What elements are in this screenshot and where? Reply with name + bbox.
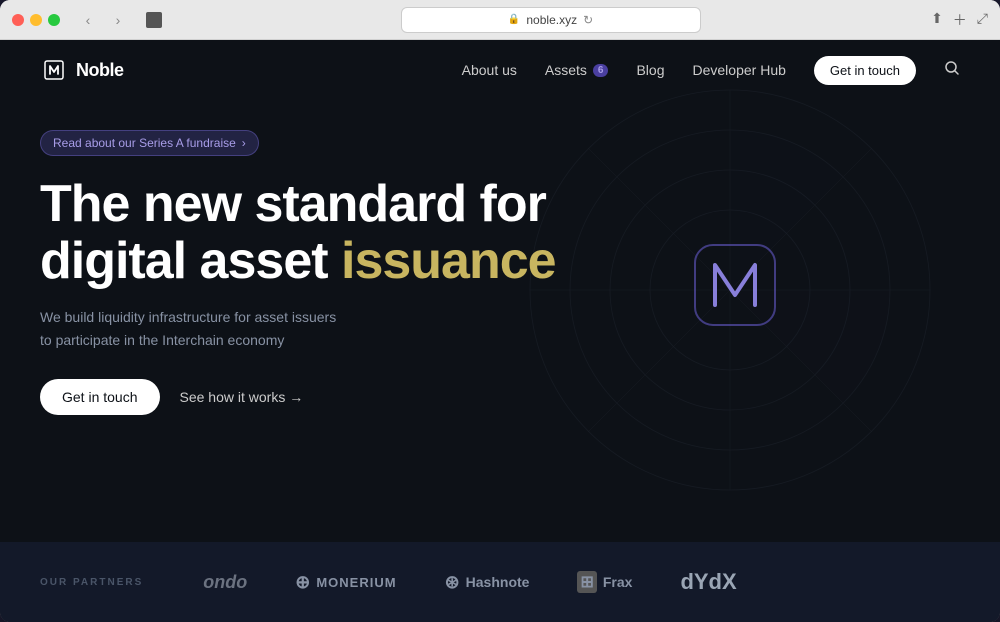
hero-logo-graphic [690, 240, 780, 335]
back-button[interactable]: ‹ [76, 8, 100, 32]
traffic-lights [12, 14, 60, 26]
refresh-icon[interactable]: ↻ [583, 13, 593, 27]
partner-monerium[interactable]: ⊕ MONERIUM [295, 572, 396, 593]
partners-label: OUR PARTNERS [40, 577, 143, 588]
announcement-arrow: › [242, 136, 246, 150]
nav-about-us[interactable]: About us [462, 62, 517, 78]
partner-hashnote[interactable]: ⊛ Hashnote [445, 572, 530, 593]
frax-symbol: ⊞ [577, 571, 596, 593]
hero-buttons: Get in touch See how it works → [40, 379, 560, 415]
hero-title-line1: The new standard for [40, 175, 546, 233]
hero-title: The new standard for digital asset issua… [40, 176, 560, 290]
partner-ondo[interactable]: ondo [203, 572, 247, 593]
dydx-logo-text: dYdX [680, 569, 736, 595]
nav-blog[interactable]: Blog [636, 62, 664, 78]
nav-assets-label: Assets [545, 62, 587, 78]
browser-titlebar: ‹ › 🔒 noble.xyz ↻ ⬆ ＋ ⤢ [0, 0, 1000, 40]
hero-subtitle: We build liquidity infrastructure for as… [40, 306, 380, 351]
tab-favicon [146, 12, 162, 28]
partners-strip: OUR PARTNERS ondo ⊕ MONERIUM ⊛ Hashnote … [0, 542, 1000, 622]
hashnote-logo-text: Hashnote [466, 574, 530, 590]
nav-links: About us Assets 6 Blog Developer Hub Get… [462, 56, 960, 85]
navbar: Noble About us Assets 6 Blog Developer H… [0, 40, 1000, 100]
ondo-logo-text: ondo [203, 572, 247, 593]
hero-see-how-button[interactable]: See how it works → [180, 389, 304, 405]
logo-icon [40, 56, 68, 84]
url-text: noble.xyz [526, 13, 577, 27]
website-content: Noble About us Assets 6 Blog Developer H… [0, 40, 1000, 622]
browser-navigation: ‹ › [76, 8, 130, 32]
hero-title-line2: digital asset issuance [40, 232, 556, 290]
maximize-window-button[interactable] [48, 14, 60, 26]
browser-window: ‹ › 🔒 noble.xyz ↻ ⬆ ＋ ⤢ Noble [0, 0, 1000, 622]
announcement-pill[interactable]: Read about our Series A fundraise › [40, 130, 259, 156]
new-tab-button[interactable]: ＋ [953, 10, 967, 30]
assets-badge: 6 [593, 64, 609, 77]
browser-actions: ⬆ ＋ ⤢ [931, 10, 988, 30]
fullscreen-button[interactable]: ⤢ [977, 10, 988, 30]
nav-assets[interactable]: Assets 6 [545, 62, 609, 78]
partners-logos: ondo ⊕ MONERIUM ⊛ Hashnote ⊞ Frax dYdX [203, 569, 960, 595]
hero-title-highlight: issuance [341, 232, 556, 290]
search-icon [944, 60, 960, 76]
hero-content: Read about our Series A fundraise › The … [40, 130, 560, 415]
hero-section: Read about our Series A fundraise › The … [0, 100, 1000, 415]
forward-button[interactable]: › [106, 8, 130, 32]
announcement-text: Read about our Series A fundraise [53, 136, 236, 150]
lock-icon: 🔒 [508, 14, 520, 25]
partner-frax[interactable]: ⊞ Frax [577, 571, 632, 593]
nav-cta-button[interactable]: Get in touch [814, 56, 916, 85]
partner-dydx[interactable]: dYdX [680, 569, 736, 595]
tab-area [146, 12, 170, 28]
search-button[interactable] [944, 60, 960, 81]
address-bar[interactable]: 🔒 noble.xyz ↻ [401, 7, 701, 33]
minimize-window-button[interactable] [30, 14, 42, 26]
logo-text: Noble [76, 60, 124, 81]
monerium-symbol: ⊕ [295, 572, 310, 593]
frax-logo-text: Frax [603, 574, 633, 590]
hashnote-symbol: ⊛ [445, 572, 460, 593]
nav-developer-hub[interactable]: Developer Hub [693, 62, 786, 78]
monerium-logo-text: MONERIUM [316, 575, 396, 590]
hero-get-in-touch-button[interactable]: Get in touch [40, 379, 160, 415]
logo[interactable]: Noble [40, 56, 124, 84]
share-button[interactable]: ⬆ [931, 10, 943, 30]
hero-subtitle-line2: to participate in the Interchain economy [40, 332, 284, 348]
close-window-button[interactable] [12, 14, 24, 26]
hero-subtitle-line1: We build liquidity infrastructure for as… [40, 309, 336, 325]
